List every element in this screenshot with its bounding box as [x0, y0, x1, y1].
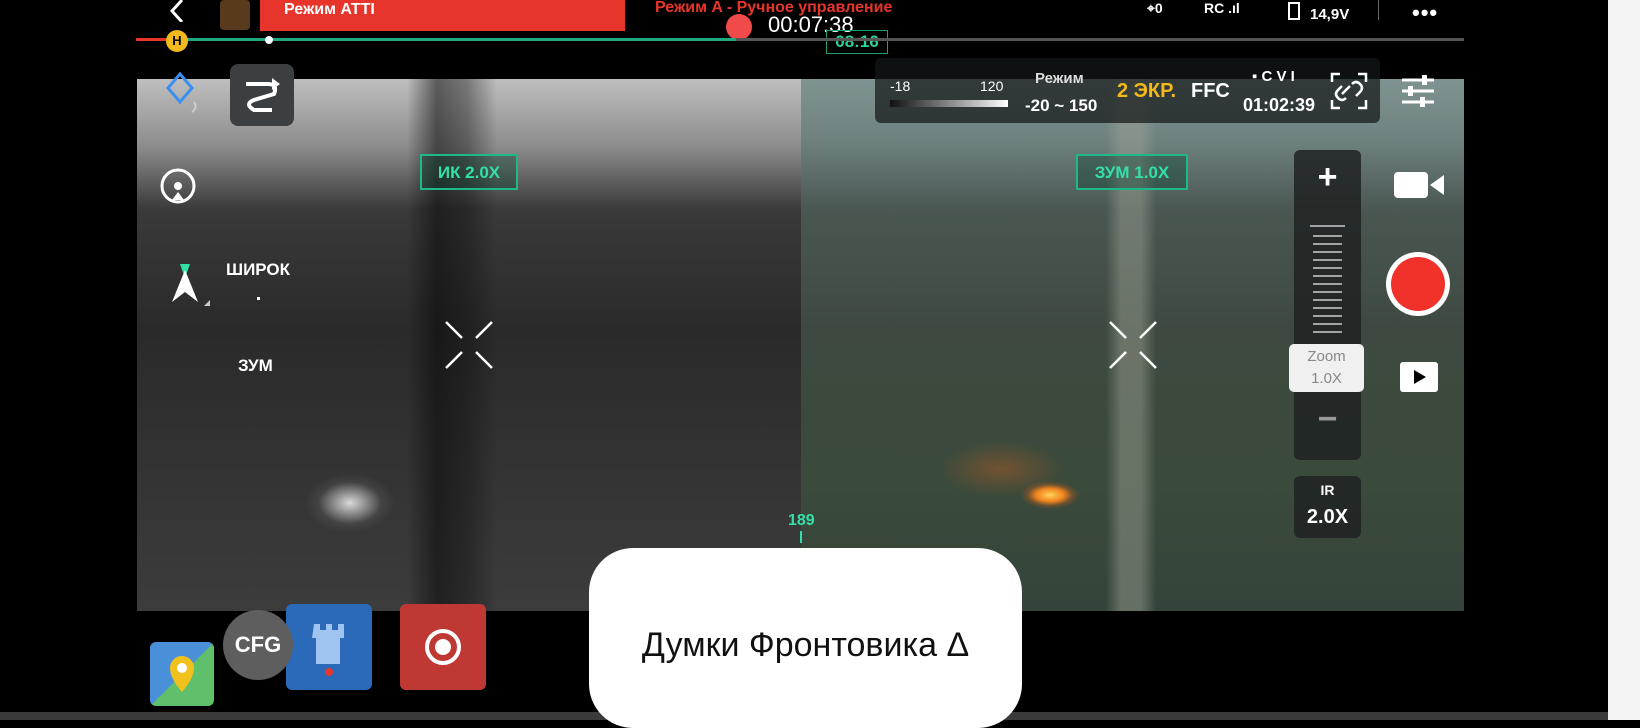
total-flight-time: 08:16	[826, 30, 888, 54]
signal-bars-icon: .ıl	[1224, 0, 1240, 16]
ffc-button[interactable]: FFC	[1191, 80, 1230, 103]
heading-tick	[800, 531, 802, 543]
channel-name: Думки Фронтовика Δ	[641, 626, 970, 664]
satellite-icon: ⌖	[1147, 0, 1155, 16]
zoom-tooltip-value: 1.0X	[1311, 370, 1342, 387]
lens-wide-label[interactable]: ШИРОК	[226, 260, 290, 280]
record-button-inner	[1391, 257, 1445, 311]
tower-app-button[interactable]	[286, 604, 372, 690]
zoom-level-tag: ЗУМ 1.0X	[1076, 154, 1188, 190]
map-pin-icon	[170, 656, 194, 692]
storage-label: C V I	[1261, 68, 1295, 85]
flight-mode-banner[interactable]: Режим ATTI	[260, 0, 625, 31]
gimbal-direction-icon[interactable]	[164, 72, 204, 114]
tower-icon	[312, 624, 344, 676]
battery-icon	[1288, 2, 1300, 20]
top-divider	[1378, 0, 1379, 20]
battery-voltage: 14,9V	[1310, 6, 1350, 23]
storage-remaining-time: 01:02:39	[1243, 95, 1316, 115]
back-chevron-icon[interactable]	[166, 0, 190, 22]
zoom-out-button[interactable]: −	[1294, 400, 1361, 439]
playback-button[interactable]	[1400, 362, 1438, 392]
ir-zoom-value: 2.0X	[1306, 506, 1349, 528]
recording-dot-icon	[726, 14, 752, 40]
camera-app-button[interactable]	[400, 604, 486, 690]
ir-crosshair-icon	[445, 321, 493, 369]
play-icon	[1414, 370, 1426, 384]
zoom-scale-ticks	[1310, 225, 1345, 333]
aircraft-thumbnail	[220, 0, 250, 30]
zoom-value-tooltip: Zoom 1.0X	[1289, 344, 1364, 392]
home-point-marker: H	[166, 30, 188, 52]
cfg-button[interactable]: CFG	[223, 610, 293, 680]
heading-value: 189	[788, 512, 815, 529]
thermal-mode-label: Режим	[1035, 70, 1084, 87]
rc-label: RC	[1204, 0, 1225, 16]
ir-zoom-tag: ИК 2.0X	[420, 154, 518, 190]
thermal-mode-range[interactable]: -20 ~ 150	[1025, 96, 1097, 116]
locate-icon[interactable]	[158, 166, 198, 206]
zoom-crosshair-icon	[1109, 321, 1157, 369]
lens-zoom-label[interactable]: ЗУМ	[238, 356, 273, 376]
compass-icon[interactable]	[160, 258, 210, 310]
zoom-in-button[interactable]: +	[1294, 158, 1361, 197]
temp-gradient-bar[interactable]	[890, 100, 1008, 107]
right-edge-strip	[1608, 0, 1640, 720]
more-menu-icon[interactable]: •••	[1412, 0, 1438, 26]
map-button[interactable]	[150, 642, 214, 706]
storage-indicator: ▪ C V I	[1252, 68, 1295, 85]
rc-signal-status: RC .ıl	[1204, 0, 1240, 16]
sync-link-icon[interactable]	[1330, 72, 1368, 110]
flight-progress-fill	[136, 38, 736, 41]
route-button[interactable]	[230, 64, 294, 126]
zoom-tooltip-label: Zoom	[1307, 348, 1346, 365]
lens-indicator-dot	[257, 297, 260, 300]
temp-min-label: -18	[890, 78, 911, 94]
route-icon	[246, 78, 280, 112]
aircraft-position-marker	[265, 36, 273, 44]
camera-shutter-icon	[425, 629, 461, 665]
gps-status: ⌖0	[1147, 0, 1163, 17]
ir-zoom-label: IR	[1320, 482, 1335, 498]
settings-sliders-icon[interactable]	[1400, 74, 1436, 108]
split-screen-toggle[interactable]: 2 ЭКР.	[1117, 80, 1176, 103]
sd-card-icon: ▪	[1252, 68, 1262, 85]
temp-max-label: 120	[980, 78, 1004, 94]
gps-count: 0	[1154, 0, 1163, 16]
video-mode-icon[interactable]	[1394, 170, 1444, 200]
